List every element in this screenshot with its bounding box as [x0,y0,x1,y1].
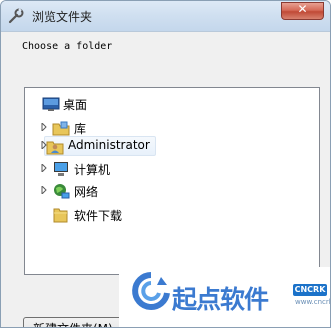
user-folder-icon [46,141,64,155]
close-icon: ✕ [297,2,308,16]
close-button[interactable]: ✕ [281,2,324,20]
tree-item-label: 网络 [74,185,99,199]
watermark-badge: CNCRK [293,284,327,296]
expand-arrow-icon[interactable] [40,123,48,131]
folder-tree[interactable]: 桌面 库 Administrator 计算机 网络 软件下载 [24,87,320,275]
new-folder-button-label: 新建文件夹(M) [33,320,113,327]
tree-item-desktop[interactable]: 桌面 [28,94,228,114]
folder-icon [53,208,68,223]
title-bar[interactable]: 浏览文件夹 ✕ [1,1,330,32]
watermark-text: 起点软件 [172,285,269,314]
tree-item-software-downloads[interactable]: 软件下载 [28,205,228,225]
description-text: Choose a folder [22,41,113,52]
wrench-icon [8,8,24,24]
tree-item-label: 桌面 [63,98,88,112]
tree-item-label: 软件下载 [74,209,123,223]
watermark-logo-icon [132,272,170,310]
desktop-icon [42,97,60,111]
tree-item-label: Administrator [68,138,150,152]
browse-folder-dialog: 浏览文件夹 ✕ Choose a folder 桌面 库 Administrat… [0,0,331,328]
tree-item-network[interactable]: 网络 [28,181,228,201]
tree-item-computer[interactable]: 计算机 [28,159,228,179]
window-title: 浏览文件夹 [32,10,93,24]
watermark-url: www.cncrk.com [295,298,330,306]
network-icon [54,184,70,199]
tree-item-administrator[interactable]: Administrator [44,136,156,156]
tree-item-label: 计算机 [74,163,111,177]
watermark-overlay: 起点软件 CNCRK www.cncrk.com [119,267,330,327]
expand-arrow-icon[interactable] [40,164,48,172]
library-icon [52,121,70,136]
expand-arrow-icon[interactable] [40,186,48,194]
new-folder-button[interactable]: 新建文件夹(M) [23,317,123,327]
tree-item-label: 库 [74,122,87,136]
computer-icon [54,162,68,176]
tree-item-libraries[interactable]: 库 [28,118,228,138]
expand-arrow-icon[interactable] [40,141,48,149]
